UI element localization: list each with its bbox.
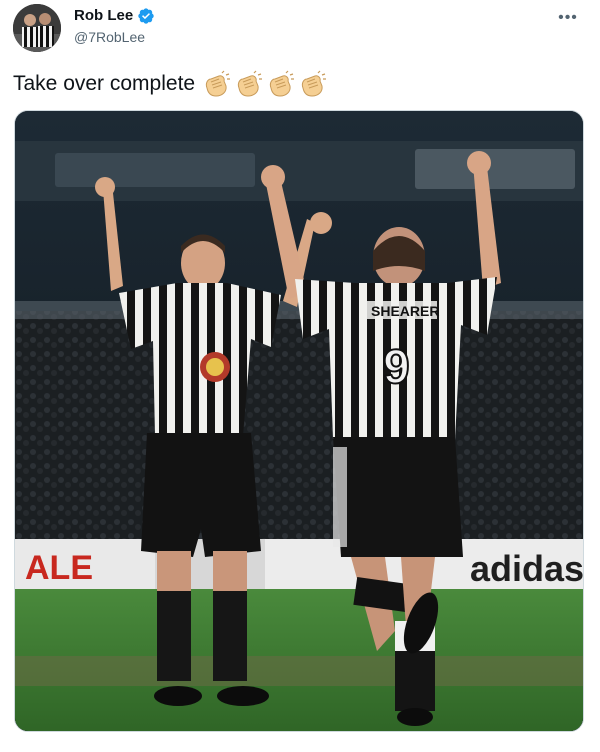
author-name-row[interactable]: Rob Lee <box>74 7 155 25</box>
author-display-name[interactable]: Rob Lee <box>74 7 133 25</box>
avatar-photo-icon <box>13 4 61 52</box>
clapping-hands-icon <box>237 70 263 97</box>
more-options-button[interactable]: ••• <box>554 4 582 32</box>
tweet-text: Take over complete <box>13 70 328 98</box>
shirt-number-text: 9 <box>383 341 410 394</box>
tweet-media-photo[interactable]: ALE adidas SHEARER 9 <box>14 110 584 732</box>
tweet-body: Take over complete <box>13 72 196 95</box>
football-celebration-photo: ALE adidas SHEARER 9 <box>15 111 584 731</box>
board-adidas-text: adidas <box>470 548 584 589</box>
author-avatar[interactable] <box>13 4 61 52</box>
clapping-hands-icon <box>205 70 231 97</box>
author-handle[interactable]: @7RobLee <box>74 29 145 46</box>
tweet-card: Rob Lee @7RobLee ••• Take over complete <box>0 0 600 752</box>
emoji-group <box>202 70 328 98</box>
clapping-hands-icon <box>269 70 295 97</box>
svg-text:ALE: ALE <box>25 549 93 587</box>
clapping-hands-icon <box>301 70 327 97</box>
shirt-name-text: SHEARER <box>371 303 439 319</box>
verified-badge-icon <box>137 7 155 25</box>
